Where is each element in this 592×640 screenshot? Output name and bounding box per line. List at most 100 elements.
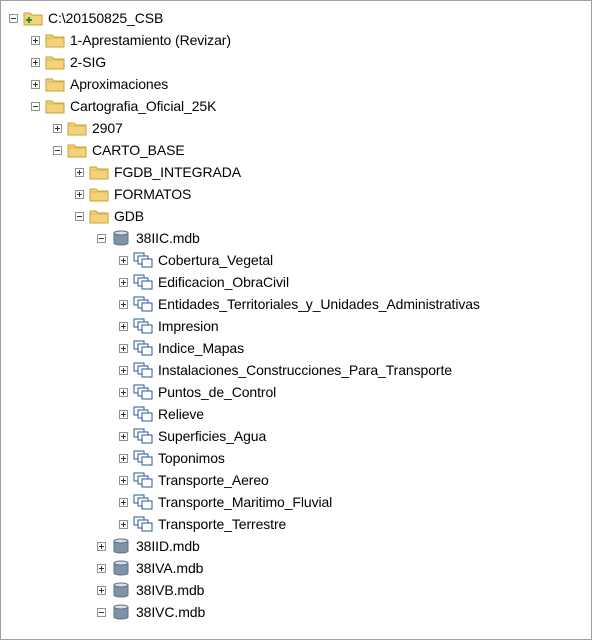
expand-toggle-icon[interactable] xyxy=(75,189,84,199)
expand-toggle-icon[interactable] xyxy=(31,35,40,45)
expand-toggle-icon[interactable] xyxy=(97,585,106,595)
geodatabase-icon xyxy=(113,604,129,620)
tree-node-geodatabase[interactable]: 38IVA.mdb xyxy=(97,557,203,579)
catalog-tree-panel: C:\20150825_CSB 1-Aprestamiento (Revizar… xyxy=(0,0,592,640)
tree-node-label: Transporte_Terrestre xyxy=(158,516,287,532)
expand-toggle-icon[interactable] xyxy=(119,453,128,463)
feature-dataset-icon xyxy=(133,516,153,532)
folder-icon xyxy=(45,34,65,48)
expand-toggle-icon[interactable] xyxy=(119,497,128,507)
tree-node-feature-dataset[interactable]: Transporte_Terrestre xyxy=(119,513,286,535)
geodatabase-icon xyxy=(113,538,129,554)
tree-node-feature-dataset[interactable]: Instalaciones_Construcciones_Para_Transp… xyxy=(119,359,452,381)
expand-toggle-icon[interactable] xyxy=(119,277,128,287)
tree-node-label: 2-SIG xyxy=(70,54,107,70)
tree-node-label: Aproximaciones xyxy=(70,76,169,92)
tree-node-feature-dataset[interactable]: Cobertura_Vegetal xyxy=(119,249,273,271)
tree-node-label: Entidades_Territoriales_y_Unidades_Admin… xyxy=(158,296,480,312)
tree-node-feature-dataset[interactable]: Puntos_de_Control xyxy=(119,381,276,403)
tree-node-feature-dataset[interactable]: Transporte_Aereo xyxy=(119,469,269,491)
folder-icon xyxy=(89,166,109,180)
tree-node-folder[interactable]: 2-SIG xyxy=(31,51,106,73)
tree-node-feature-dataset[interactable]: Edificacion_ObraCivil xyxy=(119,271,289,293)
expand-toggle-icon[interactable] xyxy=(97,541,106,551)
tree-node-label: Impresion xyxy=(158,318,219,334)
collapse-toggle-icon[interactable] xyxy=(31,101,40,111)
tree-node-label: Puntos_de_Control xyxy=(158,384,277,400)
expand-toggle-icon[interactable] xyxy=(119,431,128,441)
geodatabase-icon xyxy=(113,230,129,246)
feature-dataset-icon xyxy=(133,472,153,488)
tree-node-label: 38IVA.mdb xyxy=(136,560,204,576)
tree-node-folder[interactable]: GDB xyxy=(75,205,144,227)
tree-node-label: 38IIC.mdb xyxy=(136,230,200,246)
expand-toggle-icon[interactable] xyxy=(53,123,62,133)
collapse-toggle-icon[interactable] xyxy=(9,13,18,23)
tree-node-folder[interactable]: 2907 xyxy=(53,117,123,139)
feature-dataset-icon xyxy=(133,494,153,510)
collapse-toggle-icon[interactable] xyxy=(97,607,106,617)
tree-node-folder[interactable]: 1-Aprestamiento (Revizar) xyxy=(31,29,231,51)
feature-dataset-icon xyxy=(133,362,153,378)
tree-node-feature-dataset[interactable]: Superficies_Agua xyxy=(119,425,266,447)
feature-dataset-icon xyxy=(133,296,153,312)
feature-dataset-icon xyxy=(133,450,153,466)
feature-dataset-icon xyxy=(133,384,153,400)
tree-node-feature-dataset[interactable]: Indice_Mapas xyxy=(119,337,244,359)
tree-node-folder[interactable]: FGDB_INTEGRADA xyxy=(75,161,241,183)
tree-node-label: Relieve xyxy=(158,406,204,422)
tree-node-geodatabase[interactable]: 38IID.mdb xyxy=(97,535,200,557)
tree-node-folder[interactable]: Aproximaciones xyxy=(31,73,168,95)
tree-node-feature-dataset[interactable]: Impresion xyxy=(119,315,219,337)
expand-toggle-icon[interactable] xyxy=(119,299,128,309)
geodatabase-icon xyxy=(113,582,129,598)
folder-connection-icon xyxy=(23,12,43,26)
tree-node-geodatabase[interactable]: 38IVB.mdb xyxy=(97,579,204,601)
feature-dataset-icon xyxy=(133,274,153,290)
folder-icon xyxy=(67,144,87,158)
tree-node-label: 1-Aprestamiento (Revizar) xyxy=(70,32,231,48)
collapse-toggle-icon[interactable] xyxy=(75,211,84,221)
expand-toggle-icon[interactable] xyxy=(119,365,128,375)
tree-node-label: C:\20150825_CSB xyxy=(48,10,164,26)
tree-node-folder[interactable]: FORMATOS xyxy=(75,183,191,205)
tree-node-label: 38IVC.mdb xyxy=(136,604,206,620)
tree-node-geodatabase[interactable]: 38IVC.mdb xyxy=(97,601,205,623)
tree-node-label: GDB xyxy=(114,208,145,224)
expand-toggle-icon[interactable] xyxy=(31,57,40,67)
expand-toggle-icon[interactable] xyxy=(119,343,128,353)
tree-node-geodatabase[interactable]: 38IIC.mdb xyxy=(97,227,200,249)
expand-toggle-icon[interactable] xyxy=(119,387,128,397)
tree-node-label: FGDB_INTEGRADA xyxy=(114,164,241,180)
expand-toggle-icon[interactable] xyxy=(119,475,128,485)
tree-node-feature-dataset[interactable]: Transporte_Maritimo_Fluvial xyxy=(119,491,332,513)
tree-node-label: Superficies_Agua xyxy=(158,428,267,444)
folder-icon xyxy=(89,188,109,202)
tree-node-label: 2907 xyxy=(92,120,123,136)
tree-node-root-connection[interactable]: C:\20150825_CSB xyxy=(9,7,163,29)
tree-node-feature-dataset[interactable]: Toponimos xyxy=(119,447,225,469)
tree-node-label: Instalaciones_Construcciones_Para_Transp… xyxy=(158,362,452,378)
feature-dataset-icon xyxy=(133,340,153,356)
expand-toggle-icon[interactable] xyxy=(119,255,128,265)
collapse-toggle-icon[interactable] xyxy=(97,233,106,243)
tree-node-label: Toponimos xyxy=(158,450,225,466)
folder-icon xyxy=(45,100,65,114)
tree-node-label: Transporte_Aereo xyxy=(158,472,269,488)
tree-node-feature-dataset[interactable]: Relieve xyxy=(119,403,204,425)
tree-node-folder[interactable]: Cartografia_Oficial_25K xyxy=(31,95,216,117)
tree-node-label: 38IID.mdb xyxy=(136,538,200,554)
tree-node-label: Indice_Mapas xyxy=(158,340,244,356)
collapse-toggle-icon[interactable] xyxy=(53,145,62,155)
geodatabase-icon xyxy=(113,560,129,576)
feature-dataset-icon xyxy=(133,406,153,422)
expand-toggle-icon[interactable] xyxy=(119,321,128,331)
expand-toggle-icon[interactable] xyxy=(119,409,128,419)
expand-toggle-icon[interactable] xyxy=(119,519,128,529)
tree-node-folder[interactable]: CARTO_BASE xyxy=(53,139,185,161)
expand-toggle-icon[interactable] xyxy=(31,79,40,89)
expand-toggle-icon[interactable] xyxy=(75,167,84,177)
expand-toggle-icon[interactable] xyxy=(97,563,106,573)
feature-dataset-icon xyxy=(133,252,153,268)
tree-node-feature-dataset[interactable]: Entidades_Territoriales_y_Unidades_Admin… xyxy=(119,293,480,315)
